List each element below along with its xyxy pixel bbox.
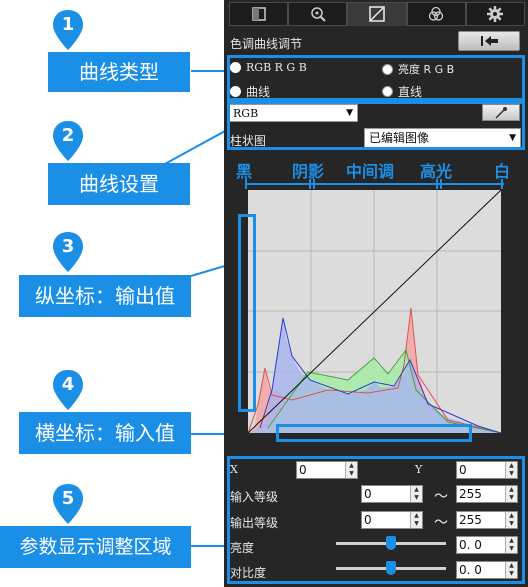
tone-curve-icon bbox=[369, 6, 385, 22]
basic-image-icon bbox=[251, 7, 266, 21]
range-bracket bbox=[245, 179, 504, 189]
undo-arrow-icon bbox=[481, 36, 498, 46]
callout-4-badge: 4 bbox=[50, 368, 86, 412]
callout-5-badge: 5 bbox=[50, 482, 86, 526]
callout-2-curve-settings: 曲线设置 bbox=[48, 163, 190, 205]
highlight-x-axis bbox=[276, 424, 472, 442]
tab-tone-curve[interactable] bbox=[347, 2, 407, 26]
callout-4-x-axis: 横坐标：输入值 bbox=[19, 412, 191, 454]
callout-3-y-axis: 纵坐标：输出值 bbox=[19, 275, 191, 317]
callout-3-badge: 3 bbox=[50, 230, 86, 274]
highlight-curve-settings bbox=[227, 101, 525, 150]
panel-title: 色调曲线调节 bbox=[230, 37, 303, 51]
tab-color[interactable] bbox=[406, 2, 466, 26]
undo-button[interactable] bbox=[458, 31, 520, 51]
highlight-params bbox=[227, 456, 525, 584]
callout-1-badge: 1 bbox=[50, 8, 86, 52]
tab-detail[interactable] bbox=[288, 2, 348, 26]
highlight-y-axis bbox=[238, 214, 256, 412]
settings-gear-icon bbox=[487, 6, 504, 22]
callout-5-params: 参数显示调整区域 bbox=[0, 526, 191, 568]
tone-curve-graph[interactable] bbox=[247, 189, 502, 434]
callout-1-curve-type: 曲线类型 bbox=[48, 52, 190, 92]
tool-tabs bbox=[229, 2, 526, 26]
tab-basic[interactable] bbox=[229, 2, 289, 26]
detail-magnify-icon bbox=[311, 7, 326, 22]
tab-settings[interactable] bbox=[465, 2, 526, 26]
histogram-and-curve bbox=[247, 189, 502, 434]
color-adjust-icon bbox=[429, 6, 444, 21]
callout-2-badge: 2 bbox=[50, 119, 86, 163]
highlight-curve-type bbox=[227, 55, 525, 101]
